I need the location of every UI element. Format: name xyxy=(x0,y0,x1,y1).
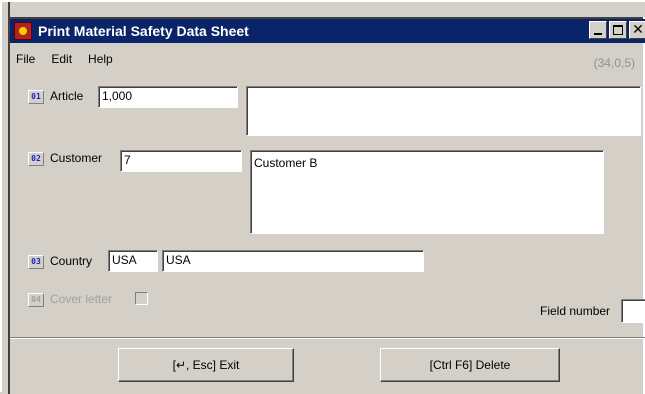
status-counter: (34,0,5) xyxy=(593,56,635,70)
country-label: Country xyxy=(50,254,93,268)
maximize-button[interactable] xyxy=(609,21,627,39)
menu-help[interactable]: Help xyxy=(84,50,117,72)
menu-edit[interactable]: Edit xyxy=(47,50,76,72)
close-button[interactable]: ✕ xyxy=(629,21,645,39)
field-number-badge-cover-letter: 04 xyxy=(28,293,44,307)
article-label: Article xyxy=(50,89,84,103)
field-number-input[interactable] xyxy=(621,299,645,323)
country-name-field: USA xyxy=(162,250,424,272)
window-left-border xyxy=(8,2,10,394)
field-number-label: Field number xyxy=(540,304,611,318)
article-description xyxy=(246,86,641,136)
country-code-input[interactable]: USA xyxy=(108,250,158,272)
exit-button[interactable]: [↵, Esc] Exit xyxy=(118,348,294,382)
customer-input[interactable]: 7 xyxy=(120,150,242,172)
field-number-badge-customer[interactable]: 02 xyxy=(28,152,44,166)
customer-description: Customer B xyxy=(250,150,604,234)
button-bar-divider xyxy=(10,337,645,339)
field-number-badge-article[interactable]: 01 xyxy=(28,90,44,104)
title-bar[interactable]: Print Material Safety Data Sheet ✕ xyxy=(10,19,645,43)
delete-button[interactable]: [Ctrl F6] Delete xyxy=(380,348,560,382)
article-input[interactable]: 1,000 xyxy=(98,86,238,108)
customer-label: Customer xyxy=(50,151,103,165)
window-title: Print Material Safety Data Sheet xyxy=(38,23,249,39)
window: Print Material Safety Data Sheet ✕ File … xyxy=(0,0,645,394)
window-controls: ✕ xyxy=(589,21,645,41)
app-icon xyxy=(14,22,32,40)
cover-letter-checkbox xyxy=(135,292,148,305)
minimize-button[interactable] xyxy=(589,21,607,39)
field-number-badge-country[interactable]: 03 xyxy=(28,255,44,269)
menu-bar: File Edit Help xyxy=(12,50,117,72)
menu-file[interactable]: File xyxy=(12,50,39,72)
cover-letter-label: Cover letter xyxy=(50,292,113,306)
